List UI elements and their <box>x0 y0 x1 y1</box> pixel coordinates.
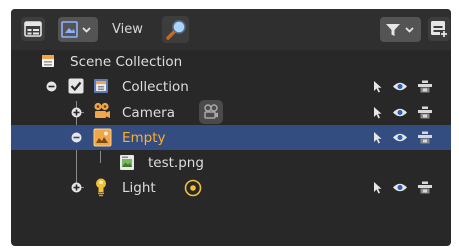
image-label: test.png <box>148 155 204 171</box>
tree-row-empty[interactable]: Empty <box>11 125 451 150</box>
tree-row-image[interactable]: test.png <box>11 150 451 175</box>
select-cursor-icon[interactable] <box>373 181 382 194</box>
new-collection-icon <box>431 21 448 38</box>
scene-collection-label: Scene Collection <box>70 54 183 70</box>
light-object-icon <box>96 178 106 197</box>
checkbox-icon[interactable] <box>68 78 84 94</box>
tree-row-collection[interactable]: Collection <box>11 74 451 99</box>
tree-row-camera[interactable]: Camera <box>11 100 451 125</box>
view-menu[interactable]: View <box>112 21 143 39</box>
editor-type-button[interactable] <box>21 17 45 41</box>
camera-label: Camera <box>122 105 175 121</box>
render-icon[interactable] <box>417 106 433 119</box>
eye-icon[interactable] <box>392 81 408 92</box>
collapse-toggle-icon[interactable] <box>46 81 57 92</box>
outliner-display-mode-icon <box>61 20 91 38</box>
outliner-editor-icon <box>24 21 42 37</box>
empty-object-icon <box>93 128 112 147</box>
camera-object-icon <box>94 102 110 118</box>
light-data-icon[interactable] <box>184 179 202 197</box>
expand-toggle-icon[interactable] <box>71 107 82 118</box>
tree-row-scene-collection[interactable]: Scene Collection <box>11 49 451 74</box>
camera-data-icon <box>204 104 218 119</box>
outliner-panel: View Scene Collection Collection Camera … <box>11 9 451 246</box>
eye-icon[interactable] <box>392 107 408 118</box>
outliner-header: View <box>11 9 451 50</box>
funnel-icon <box>385 23 414 36</box>
light-label: Light <box>122 180 156 196</box>
eye-icon[interactable] <box>392 132 408 143</box>
select-cursor-icon[interactable] <box>373 131 382 144</box>
select-cursor-icon[interactable] <box>373 80 382 93</box>
collection-icon <box>94 79 108 93</box>
collection-label: Collection <box>122 79 189 95</box>
magnifier-icon <box>165 19 186 40</box>
search-button[interactable] <box>162 16 189 43</box>
image-icon <box>120 155 134 170</box>
display-mode-dropdown[interactable] <box>58 17 98 42</box>
tree-row-light[interactable]: Light <box>11 175 451 200</box>
filter-dropdown[interactable] <box>380 17 421 42</box>
new-collection-button[interactable] <box>428 17 450 41</box>
select-cursor-icon[interactable] <box>373 106 382 119</box>
scene-collection-icon <box>42 55 54 67</box>
render-icon[interactable] <box>417 181 433 194</box>
expand-toggle-icon[interactable] <box>71 182 82 193</box>
eye-icon[interactable] <box>392 182 408 193</box>
camera-data-badge[interactable] <box>199 100 223 124</box>
collapse-toggle-icon[interactable] <box>71 132 82 143</box>
render-icon[interactable] <box>417 80 433 93</box>
empty-label: Empty <box>122 130 166 146</box>
render-icon[interactable] <box>417 131 433 144</box>
